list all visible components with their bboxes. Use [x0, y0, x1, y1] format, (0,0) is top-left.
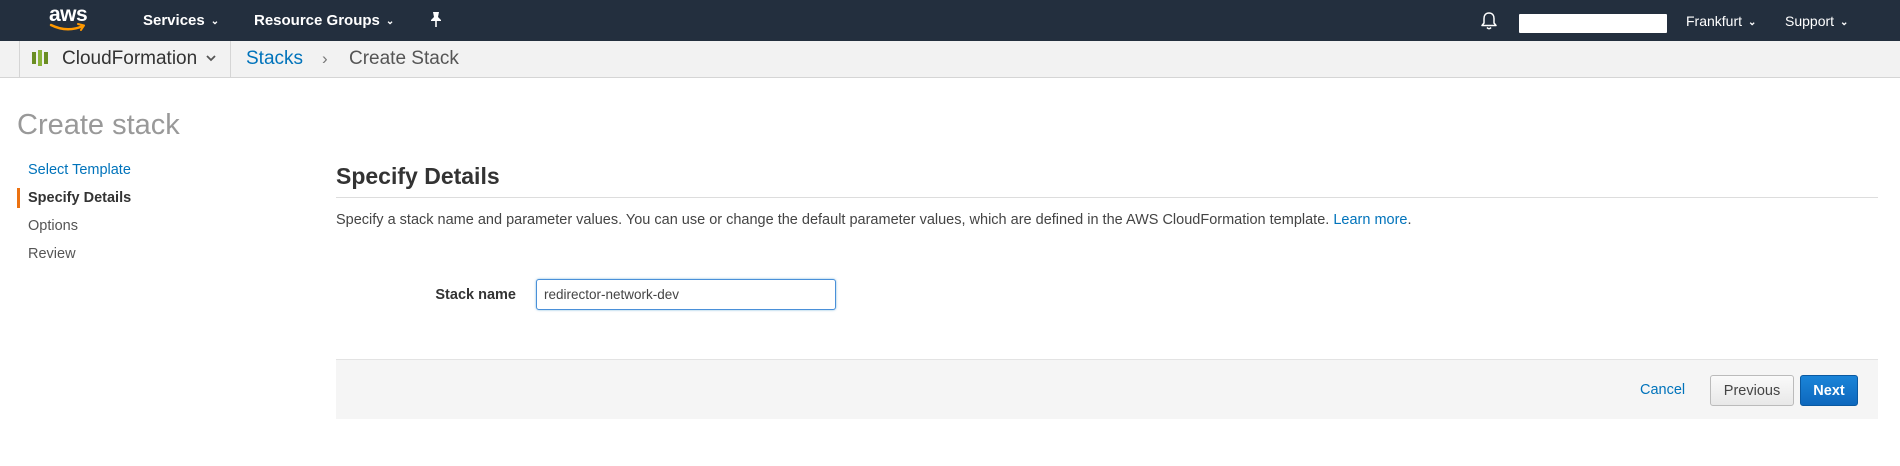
region-menu[interactable]: Frankfurt ⌄: [1686, 12, 1756, 33]
step-review: Review: [28, 246, 76, 262]
top-navigation-bar: aws Services ⌄ Resource Groups ⌄ Frankfurt…: [0, 0, 1900, 41]
learn-more-link[interactable]: Learn more: [1333, 212, 1407, 228]
aws-logo[interactable]: aws: [49, 3, 91, 35]
pin-icon[interactable]: [429, 11, 443, 29]
service-switcher[interactable]: CloudFormation: [62, 49, 197, 69]
divider: [230, 41, 231, 78]
previous-button[interactable]: Previous: [1710, 375, 1794, 406]
next-button[interactable]: Next: [1800, 375, 1858, 406]
chevron-down-icon: ⌄: [385, 16, 395, 27]
section-description: Specify a stack name and parameter value…: [336, 211, 1412, 229]
stack-name-label: Stack name: [435, 287, 516, 303]
notifications-bell-icon[interactable]: [1480, 11, 1498, 31]
resource-groups-menu[interactable]: Resource Groups ⌄: [254, 12, 394, 32]
cancel-button[interactable]: Cancel: [1640, 381, 1685, 399]
description-text: Specify a stack name and parameter value…: [336, 212, 1330, 228]
step-select-template[interactable]: Select Template: [17, 160, 217, 188]
aws-smile-icon: [49, 23, 85, 31]
step-options: Options: [28, 218, 78, 234]
description-period: .: [1407, 212, 1412, 228]
services-label: Services: [143, 12, 205, 29]
chevron-down-icon[interactable]: [205, 52, 217, 64]
cloudformation-icon: [32, 50, 48, 66]
step-specify-details: Specify Details: [17, 188, 217, 216]
resource-groups-label: Resource Groups: [254, 12, 380, 29]
aws-logo-text: aws: [49, 3, 88, 26]
page-title: Create stack: [17, 109, 180, 141]
divider: [19, 41, 20, 78]
wizard-steps: Select Template Specify Details Options …: [17, 160, 217, 272]
services-menu[interactable]: Services ⌄: [143, 12, 219, 32]
support-label: Support: [1785, 13, 1835, 29]
breadcrumb-current: Create Stack: [349, 48, 459, 69]
support-menu[interactable]: Support ⌄: [1785, 12, 1848, 33]
breadcrumb-stacks-link[interactable]: Stacks: [246, 49, 303, 69]
chevron-down-icon: ⌄: [1748, 17, 1757, 28]
section-title: Specify Details: [336, 163, 500, 189]
stack-name-input[interactable]: [536, 279, 836, 310]
account-menu[interactable]: [1519, 14, 1667, 33]
breadcrumb-separator: ›: [322, 49, 328, 68]
divider: [336, 197, 1878, 198]
chevron-down-icon: ⌄: [1840, 17, 1849, 28]
region-label: Frankfurt: [1686, 13, 1743, 29]
chevron-down-icon: ⌄: [210, 16, 220, 27]
